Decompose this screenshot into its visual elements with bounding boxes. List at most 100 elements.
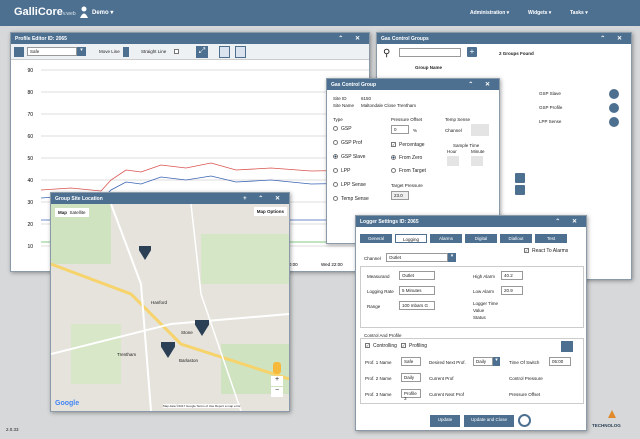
prof1-input[interactable]: Safe — [401, 357, 421, 366]
pegman-icon[interactable] — [273, 362, 281, 374]
tab-diallout[interactable]: Diallout — [500, 234, 532, 243]
chevron-down-icon[interactable]: ▾ — [493, 357, 500, 366]
search-icon[interactable]: ⚲ — [383, 48, 390, 59]
straight-line-checkbox[interactable] — [174, 49, 179, 54]
profiling-checkbox[interactable]: ✓ Profiling — [401, 343, 427, 349]
desired-next-select[interactable]: Daily — [473, 357, 493, 366]
group-name-header: Group Name — [415, 65, 443, 70]
print-icon[interactable] — [235, 46, 246, 58]
site-name: Maltondale Close Trentham — [361, 103, 417, 108]
y-tick-label: 40 — [27, 178, 33, 184]
range-input[interactable]: 100 mbars G — [399, 301, 435, 310]
move-line-stepper[interactable] — [123, 47, 129, 57]
type-radio-group[interactable]: GSP GSP Prof GSP Slave LPP LPP Sense Tem… — [333, 126, 383, 210]
tab-alarms[interactable]: Alarms — [430, 234, 462, 243]
dropdown-icon[interactable]: ▾ — [77, 47, 86, 56]
x-tick-label: Wed 22:00 — [321, 262, 343, 267]
straight-line-label: Straight Line — [141, 49, 167, 54]
menu-tasks[interactable]: Tasks ▾ — [570, 10, 588, 16]
tab-general[interactable]: General — [360, 234, 392, 243]
save-icon[interactable] — [14, 47, 24, 57]
target-pressure-input[interactable]: 23.0 — [391, 191, 409, 200]
add-group-button[interactable]: + — [467, 47, 477, 57]
minute-input[interactable] — [471, 156, 483, 166]
brand-logo[interactable]: GalliCorev.web — [14, 6, 76, 18]
measurand-input[interactable]: Outlet — [399, 271, 435, 280]
prof3-input[interactable]: Profile 3 — [401, 389, 421, 401]
expand-icon[interactable]: ⤢ — [196, 46, 208, 58]
prof2-input[interactable]: Daily — [401, 373, 421, 382]
user-menu[interactable]: Demo ▾ — [92, 9, 113, 16]
control-panel: ✓ Controlling ✓ Profiling Prof. 1 Name Saf… — [360, 338, 584, 404]
move-icon[interactable] — [515, 173, 525, 183]
percentage-checkbox[interactable]: ✓ Percentage — [391, 142, 425, 148]
chevron-down-icon[interactable]: ▾ — [448, 253, 456, 262]
controlling-checkbox[interactable]: ✓ Controlling — [365, 343, 397, 349]
list-item[interactable]: GSP Profile — [527, 102, 629, 114]
y-tick-label: 50 — [27, 156, 33, 162]
settings-icon[interactable] — [609, 117, 619, 127]
settings-icon[interactable] — [609, 103, 619, 113]
settings-icon[interactable] — [609, 89, 619, 99]
group-list: GSP Slave GSP Profile LPP Sense — [527, 88, 629, 133]
site-id: 6150 — [361, 96, 372, 101]
user-icon — [80, 6, 88, 18]
window-controls[interactable]: ⌃ ✕ — [468, 81, 495, 88]
list-item[interactable]: LPP Sense — [527, 116, 629, 128]
update-and-close-button[interactable]: Update and Close — [464, 415, 514, 427]
y-tick-label: 30 — [27, 200, 33, 206]
group-search-input[interactable] — [399, 48, 461, 57]
map[interactable]: Map Satellite Map Options Trentham Barla… — [51, 204, 289, 411]
from-zero-radio[interactable]: From Zero — [391, 155, 422, 161]
logging-rate-input[interactable]: 5 Minutes — [399, 286, 435, 295]
logger-tabs: General Logging Alarms Digital Diallout … — [360, 234, 584, 244]
profile-select[interactable]: Safe — [27, 47, 77, 56]
logger-settings-window: Logger Settings ID: 2065 ⌃ ✕ General Logg… — [355, 215, 587, 431]
editor-toolbar: Safe ▾ Move Line Straight Line ⤢ — [11, 44, 369, 60]
high-alarm-input[interactable]: 40.2 — [501, 271, 523, 280]
y-tick-label: 90 — [27, 68, 33, 74]
window-controls[interactable]: ⌃ ✕ — [338, 35, 365, 42]
move-icon[interactable] — [515, 185, 525, 195]
map-roads — [51, 204, 289, 411]
version-label: 2.0.33 — [6, 427, 19, 432]
tab-logging[interactable]: Logging — [395, 234, 427, 243]
react-to-alarms-checkbox[interactable]: ✓ React To Alarms — [524, 248, 568, 254]
y-tick-label: 10 — [27, 244, 33, 250]
menu-widgets[interactable]: Widgets ▾ — [528, 10, 551, 16]
pressure-offset-input[interactable]: 0 — [391, 125, 409, 134]
time-of-switch-input[interactable]: 05:00 — [549, 357, 571, 366]
from-target-radio[interactable]: From Target — [391, 168, 426, 174]
hour-input[interactable] — [447, 156, 459, 166]
update-button[interactable]: Update — [430, 415, 460, 427]
channel-select[interactable]: Outlet — [386, 253, 448, 262]
refresh-icon[interactable] — [518, 414, 531, 427]
window-controls[interactable]: + ⌃ ✕ — [243, 195, 285, 202]
window-controls[interactable]: ⌃ ✕ — [555, 218, 582, 225]
technolog-logo: TECHNOLOG — [592, 423, 621, 428]
y-tick-label: 80 — [27, 90, 33, 96]
list-item[interactable]: GSP Slave — [527, 88, 629, 100]
window-controls[interactable]: ⌃ ✕ — [600, 35, 627, 42]
y-tick-label: 60 — [27, 134, 33, 140]
tab-test[interactable]: Test — [535, 234, 567, 243]
group-site-location-window: Group Site Location + ⌃ ✕ Map Satellite M… — [50, 192, 290, 412]
low-alarm-input[interactable]: 20.9 — [501, 286, 523, 295]
map-type-tabs[interactable]: Map Satellite — [55, 208, 89, 217]
menu-administration[interactable]: Administration ▾ — [470, 10, 509, 16]
groups-found: 2 Groups Found — [499, 51, 534, 56]
google-logo: Google — [55, 400, 80, 407]
y-tick-label: 20 — [27, 222, 33, 228]
channel-select[interactable] — [471, 124, 489, 136]
y-tick-label: 70 — [27, 112, 33, 118]
profile-editor-title: Profile Editor ID: 2065 ⌃ ✕ — [11, 33, 369, 44]
calendar-icon[interactable] — [561, 341, 573, 352]
move-line-label: Move Line — [99, 49, 120, 54]
tab-digital[interactable]: Digital — [465, 234, 497, 243]
map-options-button[interactable]: Map Options — [253, 207, 287, 216]
top-bar: GalliCorev.web Demo ▾ Administration ▾ W… — [0, 0, 640, 26]
zoom-in-button[interactable]: + — [271, 376, 283, 386]
zoom-out-button[interactable]: − — [271, 387, 283, 397]
map-footer: Map data ©2017 Google Terms of Use Repor… — [163, 404, 241, 408]
export-icon[interactable] — [219, 46, 230, 58]
